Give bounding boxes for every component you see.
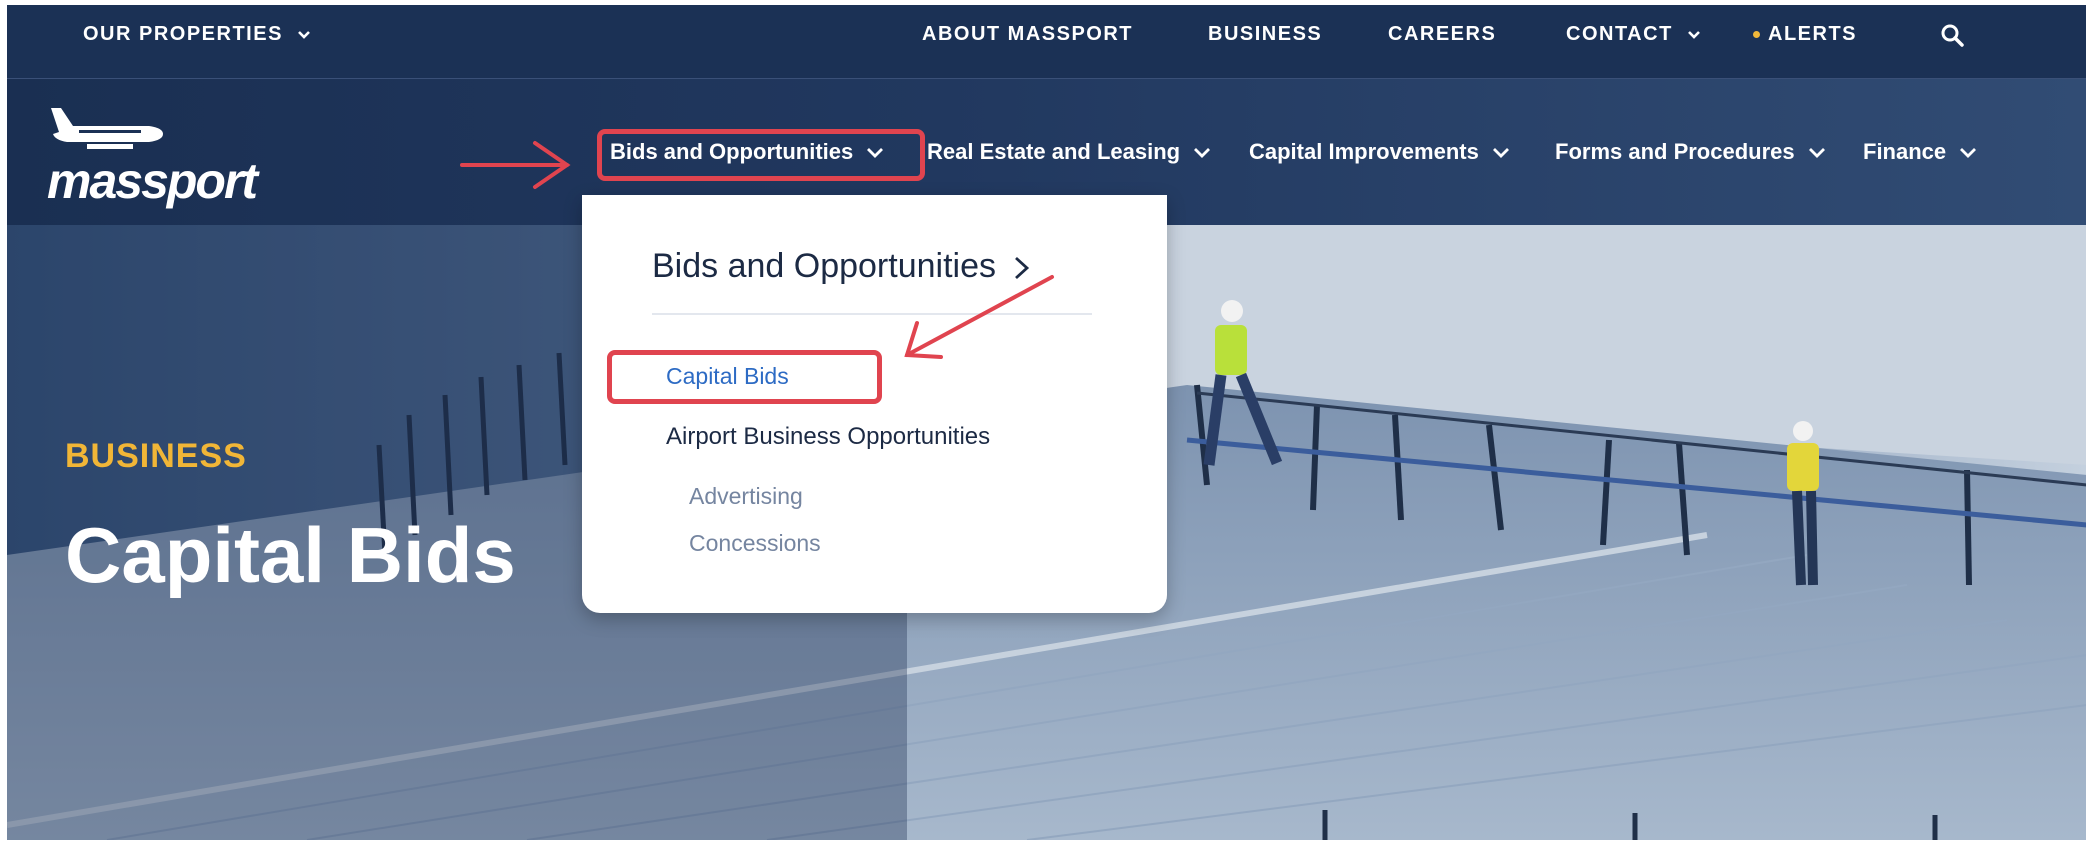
- our-properties-menu[interactable]: OUR PROPERTIES: [83, 23, 311, 46]
- nav-forms-label: Forms and Procedures: [1555, 139, 1795, 164]
- about-massport-link[interactable]: ABOUT MASSPORT: [922, 23, 1133, 46]
- contact-label: CONTACT: [1566, 23, 1673, 45]
- page-title: Capital Bids: [65, 511, 516, 599]
- chevron-down-icon: [1687, 30, 1700, 39]
- business-link[interactable]: BUSINESS: [1208, 23, 1322, 46]
- nav-real-estate-and-leasing[interactable]: Real Estate and Leasing: [927, 139, 1211, 165]
- our-properties-label: OUR PROPERTIES: [83, 23, 283, 45]
- concessions-link[interactable]: Concessions: [689, 530, 821, 557]
- chevron-down-icon: [1492, 148, 1509, 159]
- alerts-link[interactable]: ALERTS: [1753, 23, 1857, 46]
- airplane-icon: [51, 108, 163, 149]
- nav-finance-label: Finance: [1863, 139, 1947, 164]
- chevron-right-icon: [1015, 256, 1030, 280]
- contact-menu[interactable]: CONTACT: [1566, 23, 1701, 46]
- nav-forms-and-procedures[interactable]: Forms and Procedures: [1555, 139, 1826, 165]
- highlight-box: [597, 129, 925, 181]
- page-frame: OUR PROPERTIES ABOUT MASSPORT BUSINESS C…: [7, 5, 2086, 840]
- advertising-link[interactable]: Advertising: [689, 483, 803, 510]
- alerts-label: ALERTS: [1768, 23, 1857, 45]
- chevron-down-icon: [1960, 148, 1977, 159]
- hero-eyebrow: BUSINESS: [65, 437, 247, 475]
- alert-dot-icon: [1753, 31, 1760, 39]
- chevron-down-icon: [1808, 148, 1825, 159]
- search-icon[interactable]: [1939, 22, 1967, 50]
- nav-finance[interactable]: Finance: [1863, 139, 1977, 165]
- nav-real-estate-label: Real Estate and Leasing: [927, 139, 1181, 164]
- utility-bar: OUR PROPERTIES ABOUT MASSPORT BUSINESS C…: [7, 5, 2086, 79]
- bids-dropdown-menu: Bids and Opportunities Capital Bids Airp…: [582, 195, 1167, 613]
- careers-link[interactable]: CAREERS: [1388, 23, 1496, 46]
- dropdown-heading-link[interactable]: Bids and Opportunities: [652, 247, 1033, 286]
- chevron-down-icon: [298, 30, 310, 39]
- divider: [652, 313, 1092, 315]
- dropdown-heading-label: Bids and Opportunities: [652, 247, 996, 285]
- chevron-down-icon: [1194, 148, 1211, 159]
- logo-wordmark: massport: [47, 153, 258, 209]
- nav-capital-improvements-label: Capital Improvements: [1249, 139, 1479, 164]
- nav-capital-improvements[interactable]: Capital Improvements: [1249, 139, 1510, 165]
- airport-business-opportunities-link[interactable]: Airport Business Opportunities: [666, 423, 990, 451]
- highlight-box: [607, 350, 882, 404]
- massport-logo[interactable]: massport: [47, 104, 258, 209]
